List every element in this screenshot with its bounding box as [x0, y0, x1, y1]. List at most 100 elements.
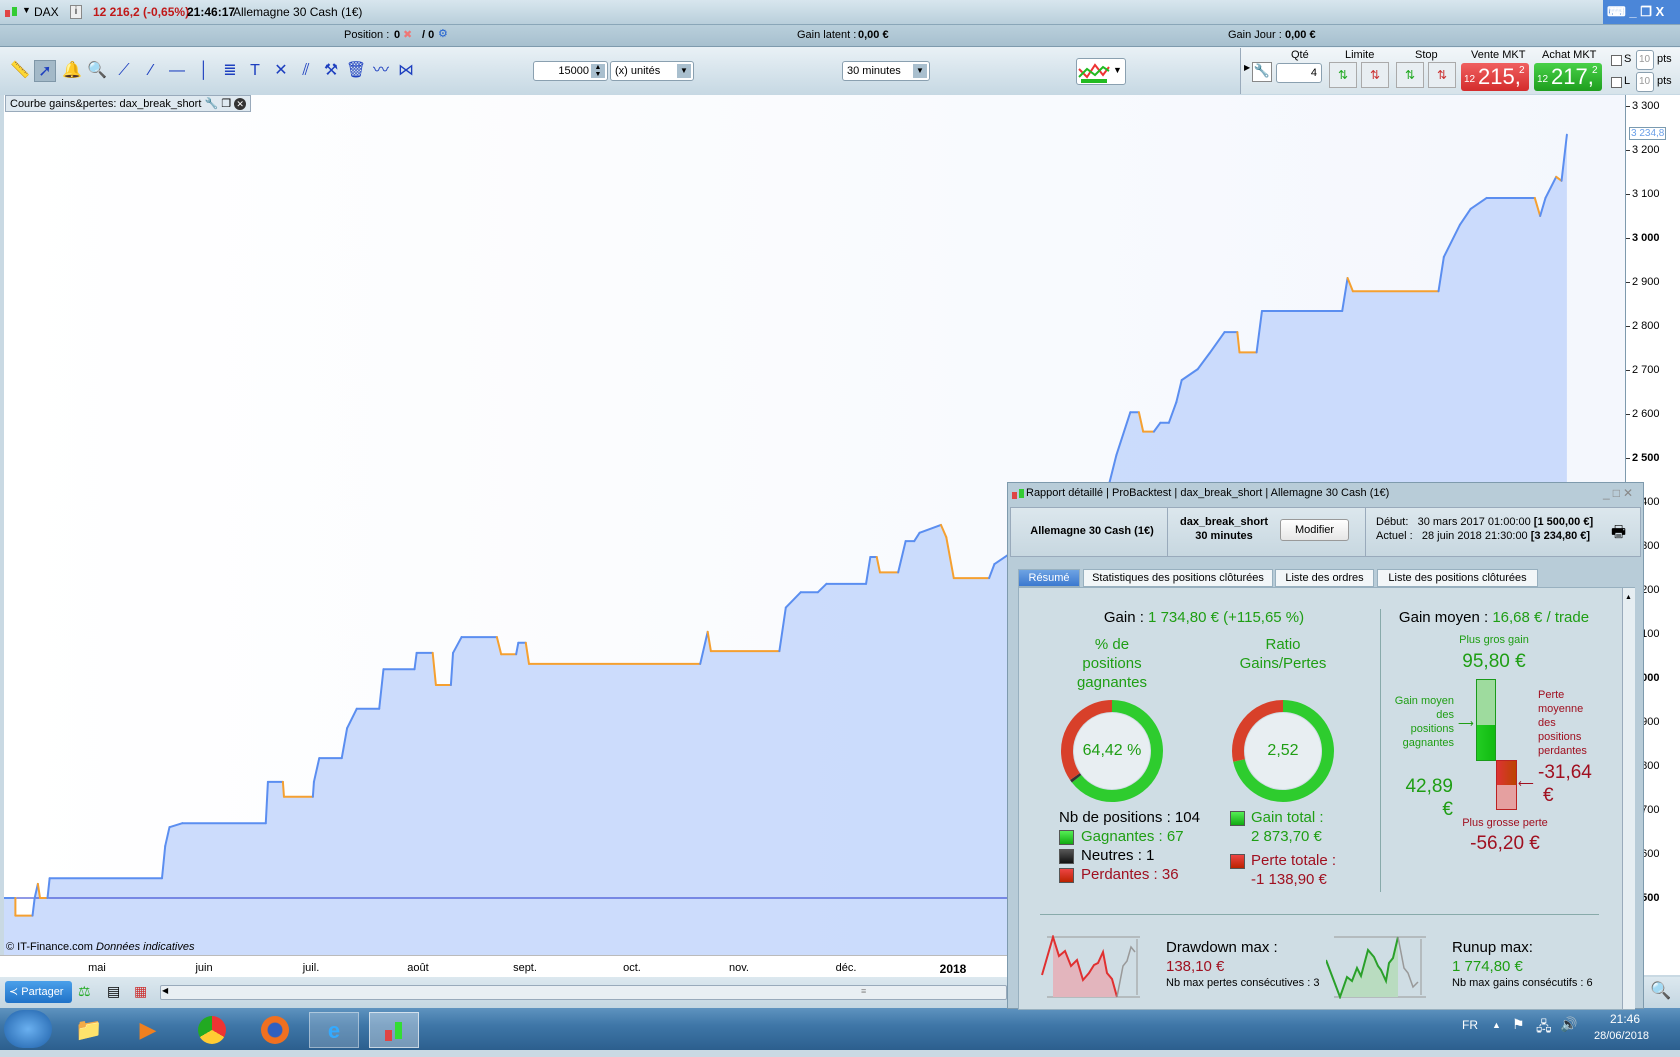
- quantity-stepper[interactable]: ▲ ▼: [591, 64, 605, 78]
- minimize-button[interactable]: _: [1603, 486, 1613, 500]
- file-explorer-icon[interactable]: 📁: [64, 1012, 114, 1048]
- internet-explorer-icon[interactable]: e: [309, 1012, 359, 1048]
- zoom-in-icon[interactable]: 🔍: [1650, 981, 1671, 1001]
- maximize-button[interactable]: □: [1613, 486, 1623, 500]
- report-engine: ProBacktest: [1112, 487, 1172, 499]
- limit-sell-button[interactable]: ⇅: [1361, 62, 1389, 88]
- keyboard-icon[interactable]: ⌨: [1607, 4, 1626, 19]
- tab-closed-position-stats[interactable]: Statistiques des positions clôturées: [1083, 569, 1273, 587]
- gear-icon[interactable]: ⚙: [438, 27, 448, 40]
- printer-icon[interactable]: 🖶: [1611, 521, 1626, 548]
- modify-button[interactable]: Modifier: [1280, 519, 1349, 541]
- pattern-icon[interactable]: ⋈: [395, 60, 417, 82]
- pointer-icon[interactable]: ➚: [34, 60, 56, 82]
- point-icon[interactable]: ✕: [270, 60, 292, 82]
- report-header: Allemagne 30 Cash (1€) dax_break_short 3…: [1010, 507, 1641, 557]
- x-tick-label: août: [407, 962, 429, 974]
- close-button[interactable]: ✕: [1623, 486, 1636, 500]
- action-center-flag-icon[interactable]: ⚑: [1512, 1016, 1525, 1033]
- ratio-value: 2,52: [1267, 742, 1299, 759]
- indicator-icon[interactable]: ≣: [219, 60, 241, 82]
- quantity-input[interactable]: 15000 ▲ ▼: [533, 61, 608, 81]
- tab-order-list[interactable]: Liste des ordres: [1275, 569, 1374, 587]
- collapse-arrow-icon[interactable]: ▶: [1244, 63, 1250, 72]
- parallel-lines-icon[interactable]: ⫽: [295, 60, 317, 82]
- vertical-scrollbar[interactable]: ▲: [1622, 588, 1635, 1009]
- detach-window-icon[interactable]: ❐: [221, 98, 231, 110]
- timeframe-select[interactable]: 30 minutes ▼: [842, 61, 930, 81]
- winners-count: Gagnantes : 67: [1081, 828, 1184, 845]
- object-list-icon[interactable]: ▤: [107, 983, 120, 1000]
- wrench-icon[interactable]: 🔧: [1252, 62, 1272, 82]
- firefox-icon[interactable]: [250, 1012, 300, 1048]
- horizontal-scrollbar[interactable]: ◀ ≡: [160, 985, 1007, 1000]
- media-player-icon[interactable]: ▶: [123, 1012, 173, 1048]
- info-icon[interactable]: i: [70, 5, 82, 19]
- show-hidden-icons[interactable]: ▲: [1492, 1020, 1501, 1030]
- qty-input[interactable]: 4: [1276, 63, 1322, 83]
- taskbar-clock[interactable]: 21:46: [1610, 1012, 1640, 1026]
- zoom-icon[interactable]: 🔍: [86, 60, 108, 82]
- y-tick-label: 2 900: [1626, 276, 1660, 288]
- prorealtime-taskbar-icon[interactable]: [369, 1012, 419, 1048]
- tab-resume[interactable]: Résumé: [1018, 569, 1080, 587]
- close-indicator-icon[interactable]: ✕: [234, 98, 247, 110]
- volume-icon[interactable]: 🔊: [1560, 1016, 1577, 1033]
- y-tick-label: 3 100: [1626, 188, 1660, 200]
- gain-latent-label: Gain latent :: [797, 29, 857, 41]
- symbol-name[interactable]: DAX: [34, 5, 59, 19]
- restore-button[interactable]: ❐: [1640, 4, 1652, 19]
- line-icon[interactable]: ⟋: [113, 60, 135, 82]
- x-tick-label: déc.: [835, 962, 857, 974]
- sell-market-button[interactable]: 12 215, 2: [1461, 63, 1529, 91]
- units-select[interactable]: (x) unités ▼: [610, 61, 694, 81]
- limit-pts-input[interactable]: 10: [1636, 72, 1654, 92]
- current-label: Actuel :: [1376, 530, 1413, 542]
- stop-loss-checkbox[interactable]: [1611, 55, 1622, 66]
- text-icon[interactable]: T: [244, 60, 266, 82]
- tools-icon[interactable]: ⚒: [320, 60, 342, 82]
- language-indicator[interactable]: FR: [1462, 1018, 1478, 1032]
- buy-market-button[interactable]: 12 217, 2: [1534, 63, 1602, 91]
- stop-sell-button[interactable]: ⇅: [1428, 62, 1456, 88]
- taskbar-date[interactable]: 28/06/2018: [1594, 1030, 1649, 1042]
- vertical-line-icon[interactable]: │: [193, 60, 215, 82]
- limit-buy-button[interactable]: ⇅: [1329, 62, 1357, 88]
- symbol-dropdown-icon[interactable]: ▼: [22, 5, 31, 15]
- horizontal-line-icon[interactable]: —: [166, 60, 188, 82]
- runup-value: 1 774,80 €: [1452, 958, 1523, 975]
- stop-pts-input[interactable]: 10: [1636, 50, 1654, 70]
- start-button[interactable]: [4, 1010, 52, 1048]
- share-button[interactable]: ≺ Partager: [5, 981, 72, 1003]
- zigzag-icon[interactable]: 〰: [370, 60, 392, 82]
- limit-checkbox[interactable]: [1611, 77, 1622, 88]
- chevron-down-icon[interactable]: ▼: [677, 64, 691, 78]
- ruler-icon[interactable]: 📏: [9, 60, 31, 82]
- chevron-down-icon[interactable]: ▼: [1113, 65, 1122, 75]
- tab-closed-position-list[interactable]: Liste des positions clôturées: [1377, 569, 1538, 587]
- stop-buy-button[interactable]: ⇅: [1396, 62, 1424, 88]
- close-button[interactable]: X: [1656, 4, 1665, 19]
- chevron-down-icon[interactable]: ▼: [913, 64, 927, 78]
- trash-icon[interactable]: 🗑: [345, 60, 367, 82]
- network-icon[interactable]: 🖧: [1536, 1016, 1552, 1040]
- candlestick-icon: [4, 5, 18, 19]
- avg-win-value: 42,89: [1405, 776, 1453, 797]
- layers-icon[interactable]: ▦: [134, 983, 147, 1000]
- report-titlebar: Rapport détaillé | ProBacktest | dax_bre…: [1008, 483, 1643, 505]
- close-position-icon[interactable]: ✖: [403, 28, 412, 41]
- scroll-left-arrow[interactable]: ◀: [162, 986, 168, 995]
- orders-value: / 0: [422, 29, 435, 41]
- chart-type-button[interactable]: ▼: [1076, 58, 1126, 85]
- alert-bell-icon[interactable]: 🔔: [61, 60, 83, 82]
- scroll-thumb-grip[interactable]: ≡: [861, 986, 866, 996]
- avg-gain-value: 16,68 € / trade: [1492, 609, 1590, 626]
- segment-icon[interactable]: ∕: [140, 60, 162, 82]
- winners-legend-swatch: [1059, 830, 1074, 845]
- minimize-button[interactable]: _: [1629, 4, 1636, 19]
- settings-wrench-icon[interactable]: 🔧: [204, 98, 218, 110]
- loss-total-label: Perte totale :: [1251, 852, 1337, 869]
- chrome-icon[interactable]: [187, 1012, 237, 1048]
- sell-mkt-label: Vente MKT: [1471, 49, 1526, 61]
- add-indicator-icon[interactable]: ⚖: [78, 983, 91, 1000]
